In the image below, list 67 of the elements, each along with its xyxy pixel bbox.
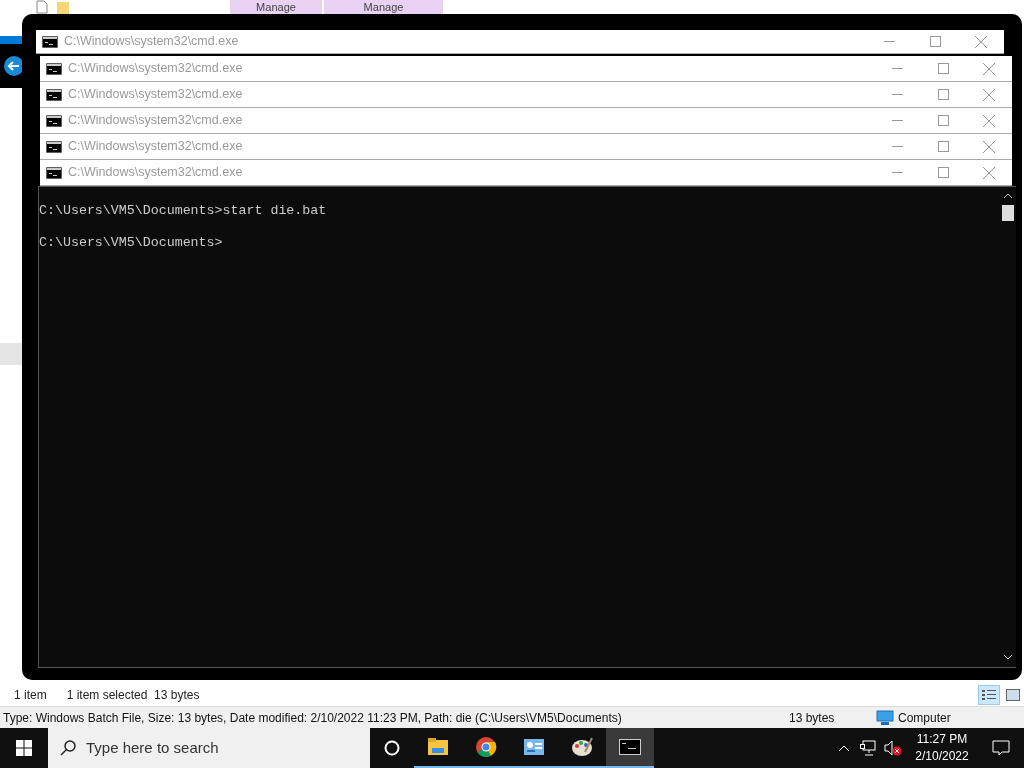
console-line: C:\Users\VM5\Documents>start die.bat	[39, 203, 327, 219]
console-icon	[619, 736, 641, 758]
console-icon	[46, 114, 62, 127]
console-icon	[46, 88, 62, 101]
maximize-icon	[937, 167, 949, 178]
minimize-icon	[891, 120, 903, 121]
clock-date: 2/10/2022	[914, 748, 970, 765]
close-icon	[983, 62, 995, 75]
ribbon-tab[interactable]: Manage	[230, 0, 322, 14]
network-icon	[860, 740, 876, 756]
console-icon	[42, 35, 58, 48]
window-title: C:\Windows\system32\cmd.exe	[68, 86, 243, 104]
control-panel-icon	[523, 736, 545, 758]
taskbar-app[interactable]	[606, 728, 654, 768]
chevron-up-icon	[838, 744, 850, 752]
console-icon	[46, 140, 62, 153]
location-label: Computer	[898, 709, 951, 727]
window-title: C:\Windows\system32\cmd.exe	[68, 112, 243, 130]
details-view-button[interactable]	[978, 684, 1000, 705]
minimize-icon	[891, 172, 903, 173]
window-title: C:\Windows\system32\cmd.exe	[68, 164, 243, 182]
ribbon-tab[interactable]: Manage	[324, 0, 443, 14]
search-icon	[60, 740, 76, 756]
file-size: 13 bytes	[789, 709, 836, 727]
scrollbar-thumb[interactable]	[1002, 205, 1014, 221]
large-icons-icon	[1006, 688, 1020, 701]
maximize-icon	[937, 89, 949, 100]
close-icon	[983, 140, 995, 153]
muted-speaker-icon	[884, 740, 902, 756]
details-view-icon	[982, 688, 996, 701]
circle-icon	[384, 740, 400, 756]
close-icon	[983, 166, 995, 179]
scroll-up-icon[interactable]	[1003, 193, 1013, 199]
selection-info: 1 item selected 13 bytes	[66, 686, 200, 704]
console-icon	[46, 62, 62, 75]
computer-icon	[876, 709, 894, 726]
minimize-icon	[891, 68, 903, 69]
file-details: Type: Windows Batch File, Size: 13 bytes, Date modified: 2/10/2022 11:23 PM, Path: die (C:\Users\VM5\Documents)	[3, 709, 623, 727]
title-bar	[0, 36, 22, 44]
search-field[interactable]: Type here to search	[48, 728, 370, 768]
palette-icon	[571, 736, 593, 758]
minimize-icon	[883, 41, 895, 42]
folder-icon	[427, 736, 449, 758]
clock-time: 11:27 PM	[915, 731, 969, 748]
minimize-icon	[891, 146, 903, 147]
file-icon[interactable]	[36, 0, 48, 14]
scrollbar[interactable]	[1000, 187, 1016, 667]
chrome-icon	[475, 736, 497, 758]
window-title: C:\Windows\system32\cmd.exe	[64, 33, 239, 51]
notification-icon	[992, 740, 1010, 756]
close-icon	[975, 35, 987, 48]
maximize-icon	[937, 141, 949, 152]
windows-logo-icon	[16, 740, 32, 756]
clock[interactable]: 11:27 PM 2/10/2022	[906, 728, 978, 768]
maximize-icon	[937, 115, 949, 126]
item-count: 1 item	[14, 686, 47, 704]
console-line: C:\Users\VM5\Documents>	[39, 235, 223, 251]
close-icon	[983, 114, 995, 127]
minimize-icon	[891, 94, 903, 95]
maximize-icon	[937, 63, 949, 74]
close-icon	[983, 88, 995, 101]
window-title: C:\Windows\system32\cmd.exe	[68, 60, 243, 78]
search-placeholder: Type here to search	[86, 737, 219, 758]
console-icon	[46, 166, 62, 179]
maximize-icon	[929, 36, 941, 47]
window-title: C:\Windows\system32\cmd.exe	[68, 138, 243, 156]
scroll-down-icon[interactable]	[1003, 654, 1013, 660]
